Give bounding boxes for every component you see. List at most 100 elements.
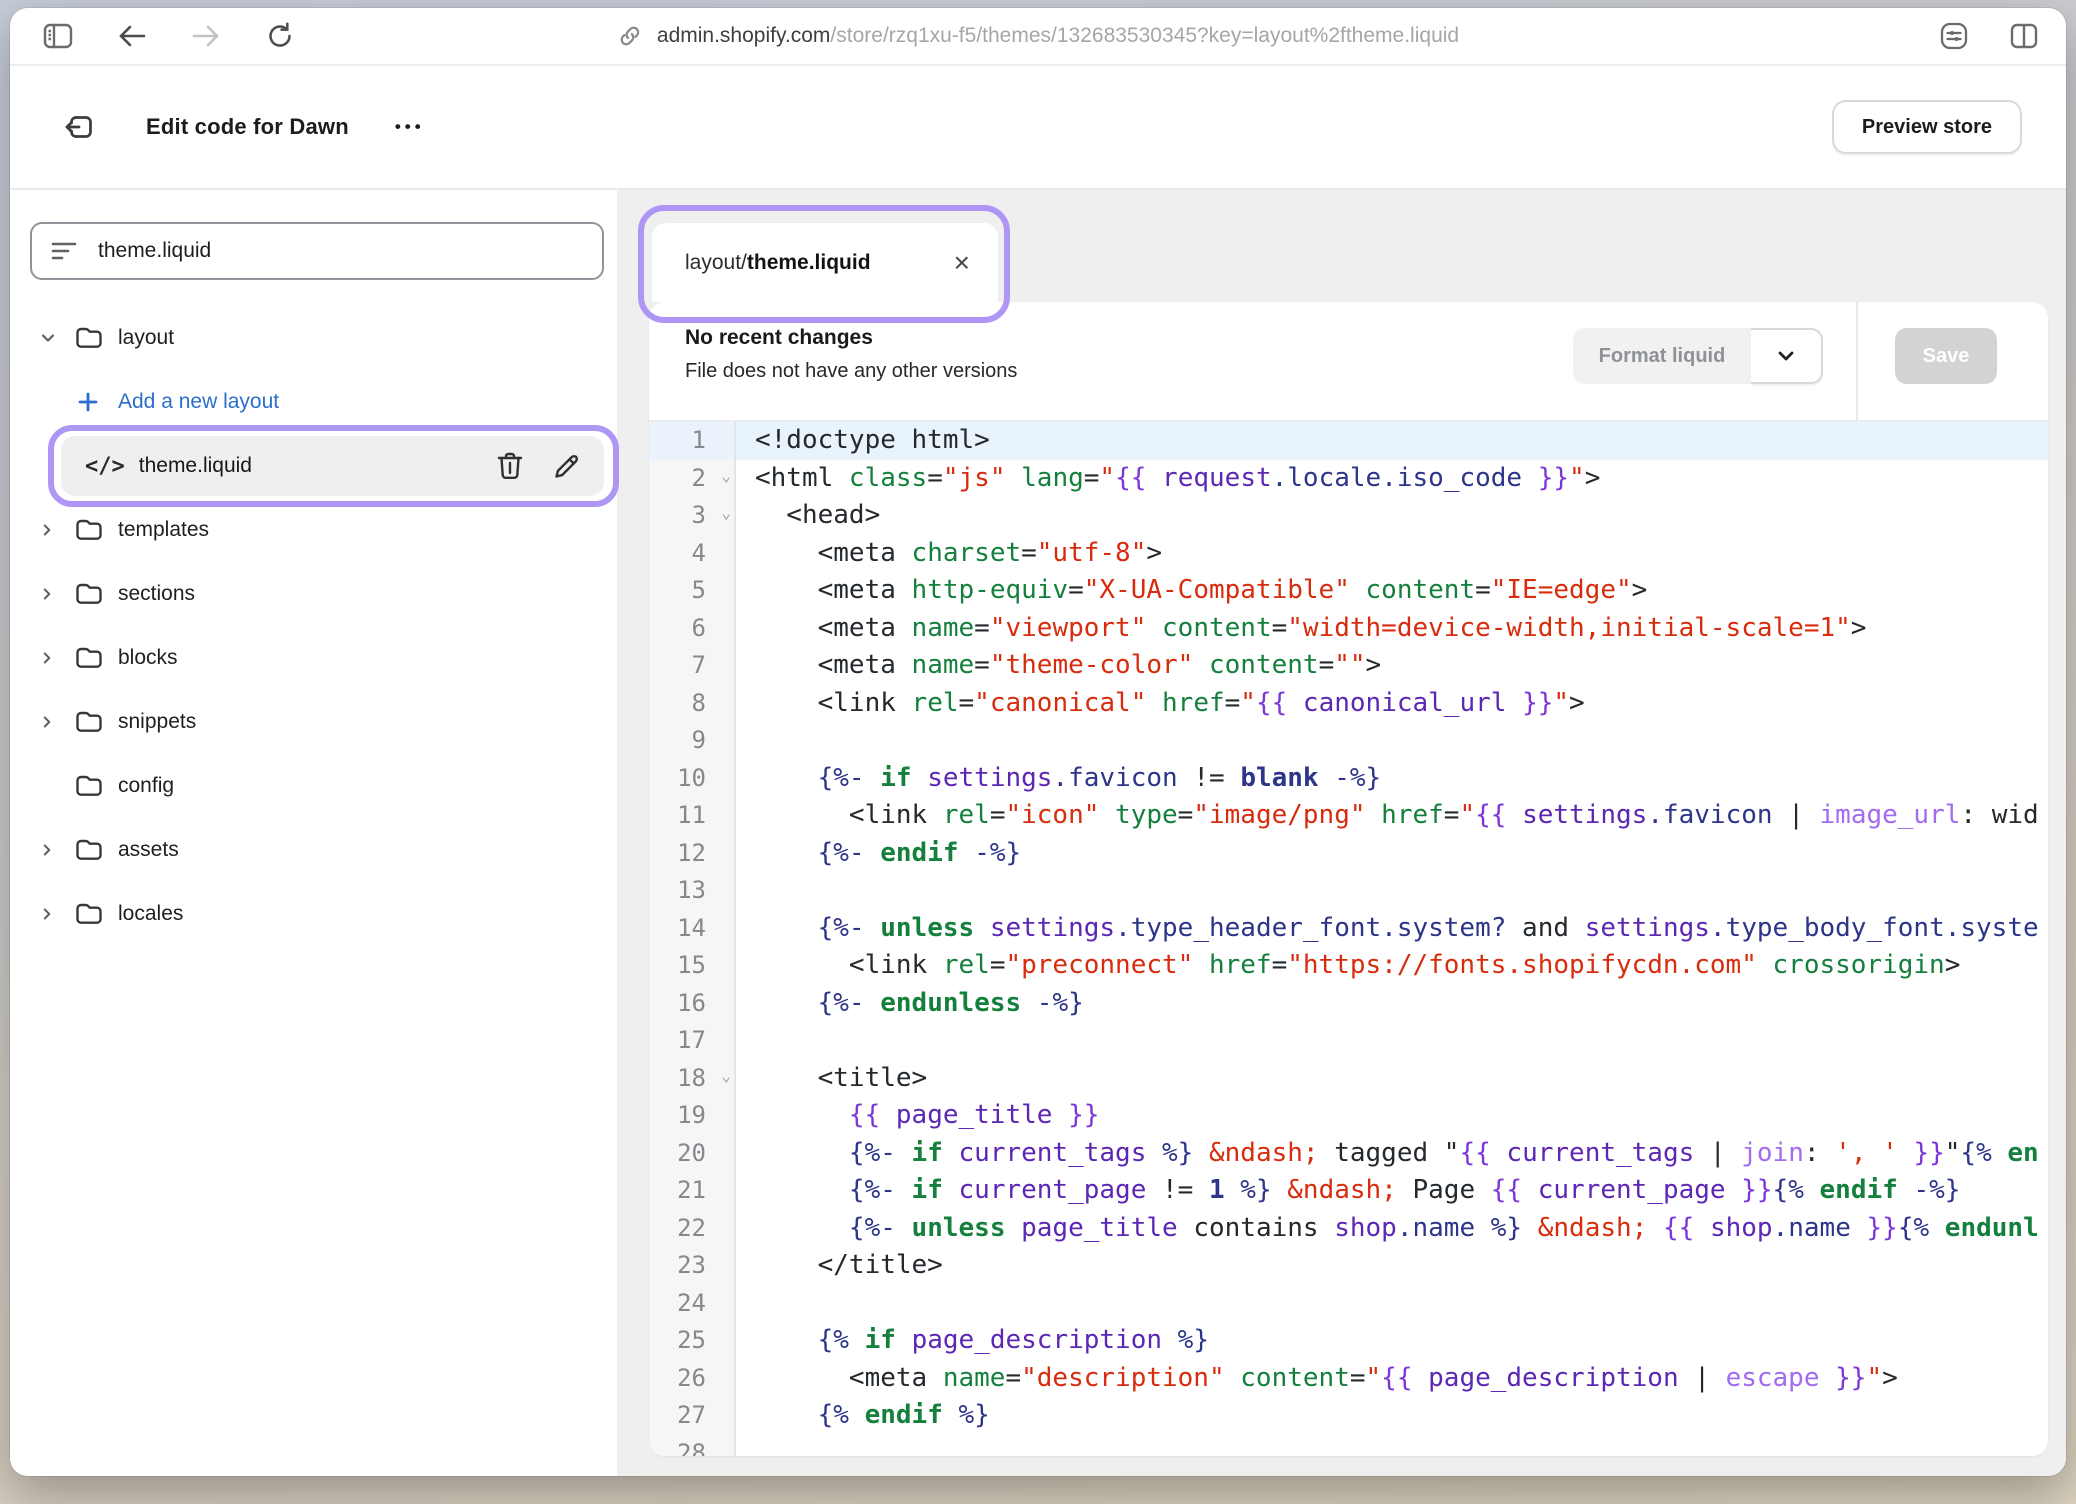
line-number: 19 [649,1097,736,1135]
code-line[interactable]: 19 {{ page_title }} [649,1097,2048,1135]
line-number: 25 [649,1322,736,1360]
sidebar-folder-sections[interactable]: sections [10,562,617,626]
code-line[interactable]: 26 <meta name="description" content="{{ … [649,1360,2048,1398]
code-line[interactable]: 17 [649,1022,2048,1060]
folder-label: assets [118,838,179,862]
code-line[interactable]: 8 <link rel="canonical" href="{{ canonic… [649,685,2048,723]
folder-icon [74,773,118,799]
fold-chevron-icon[interactable]: ⌄ [721,468,731,484]
code-line[interactable]: 10 {%- if settings.favicon != blank -%} [649,760,2048,798]
code-line[interactable]: 15 <link rel="preconnect" href="https://… [649,947,2048,985]
chevron-right-icon[interactable] [38,713,74,731]
code-line[interactable]: 28 [649,1435,2048,1457]
line-number: 21 [649,1172,736,1210]
code-line[interactable]: 27 {% endif %} [649,1397,2048,1435]
code-line[interactable]: 7 <meta name="theme-color" content=""> [649,647,2048,685]
code-line[interactable]: 6 <meta name="viewport" content="width=d… [649,610,2048,648]
url-field[interactable]: admin.shopify.com/store/rzq1xu-f5/themes… [617,8,1459,64]
line-number: 20 [649,1135,736,1173]
chevron-right-icon[interactable] [38,905,74,923]
code-line[interactable]: 13 [649,872,2048,910]
app-header: Edit code for Dawn ••• Preview store [10,66,2066,190]
edit-pencil-icon[interactable] [552,451,582,481]
plus-icon [76,390,100,414]
folder-icon [74,645,118,671]
chevron-down-icon [1774,344,1798,368]
code-line[interactable]: 11 <link rel="icon" type="image/png" hre… [649,797,2048,835]
line-number: 27 [649,1397,736,1435]
status-subtitle: File does not have any other versions [685,360,2048,383]
line-number: 13 [649,872,736,910]
status-title: No recent changes [685,326,2048,350]
sidebar-toggle-icon[interactable] [36,14,80,58]
code-line[interactable]: 18⌄ <title> [649,1060,2048,1098]
save-button[interactable]: Save [1895,328,1997,384]
code-line[interactable]: 3⌄ <head> [649,497,2048,535]
code-line[interactable]: 16 {%- endunless -%} [649,985,2048,1023]
line-number: 8 [649,685,736,723]
format-dropdown-button[interactable] [1751,328,1823,384]
forward-icon[interactable] [184,14,228,58]
folder-icon [74,325,118,351]
more-menu-button[interactable]: ••• [395,117,425,137]
reload-icon[interactable] [258,14,302,58]
code-line[interactable]: 5 <meta http-equiv="X-UA-Compatible" con… [649,572,2048,610]
code-line[interactable]: 22 {%- unless page_title contains shop.n… [649,1210,2048,1248]
tune-icon[interactable] [1932,14,1976,58]
file-label: theme.liquid [139,454,496,478]
chevron-right-icon[interactable] [38,841,74,859]
code-line[interactable]: 14 {%- unless settings.type_header_font.… [649,910,2048,948]
sidebar-file-theme-liquid[interactable]: </> theme.liquid [61,436,604,496]
sidebar-folder-locales[interactable]: locales [10,882,617,946]
line-number: 24 [649,1285,736,1323]
code-line[interactable]: 1<!doctype html> [649,422,2048,460]
search-input[interactable]: theme.liquid [30,222,604,280]
code-line[interactable]: 23 </title> [649,1247,2048,1285]
chevron-right-icon[interactable] [38,521,74,539]
trash-icon[interactable] [496,451,524,481]
add-new-layout-label: Add a new layout [118,390,279,414]
code-line[interactable]: 9 [649,722,2048,760]
sidebar-folder-snippets[interactable]: snippets [10,690,617,754]
line-number: 14 [649,910,736,948]
fold-chevron-icon[interactable]: ⌄ [721,1068,731,1084]
sidebar-folder-config[interactable]: config [10,754,617,818]
close-icon[interactable]: × [950,249,974,277]
code-line[interactable]: 4 <meta charset="utf-8"> [649,535,2048,573]
link-icon [617,23,643,49]
sidebar-folder-templates[interactable]: templates [10,498,617,562]
fold-chevron-icon[interactable]: ⌄ [721,505,731,521]
back-icon[interactable] [110,14,154,58]
code-line[interactable]: 25 {% if page_description %} [649,1322,2048,1360]
line-number: 5 [649,572,736,610]
line-number: 10 [649,760,736,798]
code-line[interactable]: 20 {%- if current_tags %} &ndash; tagged… [649,1135,2048,1173]
folder-label: templates [118,518,209,542]
exit-icon[interactable] [58,105,102,149]
url-path: /store/rzq1xu-f5/themes/132683530345?key… [830,24,1459,47]
code-line[interactable]: 21 {%- if current_page != 1 %} &ndash; P… [649,1172,2048,1210]
editor-header: No recent changes File does not have any… [649,302,2048,420]
chevron-right-icon[interactable] [38,649,74,667]
sidebar-folder-assets[interactable]: assets [10,818,617,882]
line-number: 2⌄ [649,460,736,498]
code-line[interactable]: 2⌄<html class="js" lang="{{ request.loca… [649,460,2048,498]
code-line[interactable]: 24 [649,1285,2048,1323]
browser-toolbar: admin.shopify.com/store/rzq1xu-f5/themes… [10,8,2066,66]
add-new-layout-link[interactable]: Add a new layout [10,370,617,434]
folder-icon [74,517,118,543]
sidebar-folder-layout[interactable]: layout [10,306,617,370]
chevron-down-icon[interactable] [38,328,74,348]
code-line[interactable]: 12 {%- endif -%} [649,835,2048,873]
format-liquid-button[interactable]: Format liquid [1573,328,1751,384]
chevron-right-icon[interactable] [38,585,74,603]
line-number: 3⌄ [649,497,736,535]
folder-label: blocks [118,646,178,670]
tab-layout-theme-liquid[interactable]: layout/theme.liquid × [652,223,998,302]
line-number: 22 [649,1210,736,1248]
split-view-icon[interactable] [2002,14,2046,58]
sidebar-folder-blocks[interactable]: blocks [10,626,617,690]
preview-store-button[interactable]: Preview store [1832,100,2022,154]
code-editor[interactable]: 1<!doctype html>2⌄<html class="js" lang=… [649,420,2048,1456]
search-value: theme.liquid [98,239,211,263]
